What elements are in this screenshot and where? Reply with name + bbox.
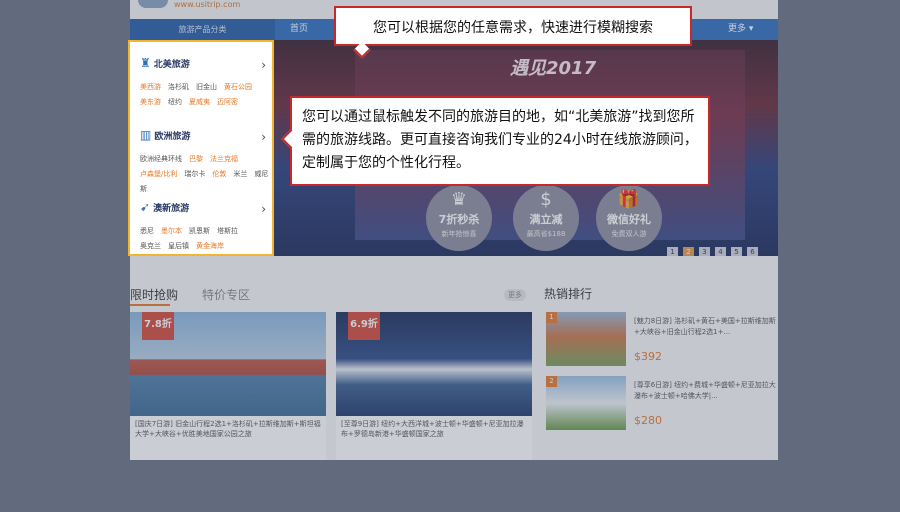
promo-discount[interactable]: $ 满立减 最高省$188 [513,185,579,251]
search-tooltip: 您可以根据您的任意需求，快速进行模糊搜索 [334,6,692,46]
category-australia-nz[interactable]: ➹ 澳新旅游 [140,200,189,214]
more-button[interactable]: 更多 [504,289,526,301]
destination-link[interactable]: 洛杉矶 [168,83,189,91]
destination-link[interactable]: 黄金海岸 [196,242,224,250]
destination-link[interactable]: 悉尼 [140,227,154,235]
gift-icon: 🎁 [617,189,641,210]
category-links: 美西游 洛杉矶 旧金山 黄石公园 美东游 纽约 夏威夷 迈阿密 [140,80,270,110]
deal-card[interactable]: 6.9折 [至尊9日游] 纽约+大西洋城+波士顿+华盛顿+尼亚加拉瀑布+罗德岛新… [336,312,532,460]
category-label: 欧洲旅游 [154,132,191,142]
destination-link[interactable]: 塔斯拉 [217,227,238,235]
dollar-icon: $ [540,189,552,210]
active-tab-indicator [130,304,170,306]
menu-tooltip: 您可以通过鼠标触发不同的旅游目的地，如“北美旅游”找到您所需的旅游线路。更可直接… [290,96,710,186]
category-label: 澳新旅游 [153,204,190,214]
building-icon: ▥ [140,128,152,142]
destination-link[interactable]: 墨尔本 [161,227,182,235]
hot-item[interactable]: 2 [尊享6日游] 纽约+费城+华盛顿+尼亚加拉大瀑布+波士顿+哈佛大学|...… [544,376,778,432]
destination-link[interactable]: 旧金山 [196,83,217,91]
chevron-right-icon[interactable]: › [261,202,266,216]
promo-sub: 免费双人游 [611,230,647,238]
nav-category-label: 旅游产品分类 [130,19,275,40]
nav-home[interactable]: 首页 [290,19,308,40]
category-label: 北美旅游 [153,60,190,70]
destination-link[interactable]: 美西游 [140,83,161,91]
slide-dot[interactable]: 4 [715,247,726,256]
statue-of-liberty-icon: ♜ [140,56,151,70]
tab-special-offers[interactable]: 特价专区 [202,286,250,303]
hot-item-image [546,312,626,366]
chevron-right-icon[interactable]: › [261,130,266,144]
site-logo[interactable] [138,0,168,8]
slide-pager: 123456 [667,239,763,256]
slide-dot[interactable]: 6 [747,247,758,256]
rank-badge: 2 [546,376,557,387]
destination-link[interactable]: 米兰 [233,170,247,178]
hero-title: 遇见2017 [510,58,597,79]
destination-link[interactable]: 凯恩斯 [189,227,210,235]
destination-link[interactable]: 瑞尔卡 [184,170,205,178]
rank-badge: 1 [546,312,557,323]
deals-section: 限时抢购 特价专区 更多 热销排行 7.8折 [国庆7日游] 旧金山行程2选1+… [130,256,778,460]
chevron-right-icon[interactable]: › [261,58,266,72]
deal-card[interactable]: 7.8折 [国庆7日游] 旧金山行程2选1+洛杉矶+拉斯维加斯+斯坦福大学+大峡… [130,312,326,460]
slide-dot[interactable]: 3 [699,247,710,256]
destination-link[interactable]: 卢森堡/比利 [140,170,177,178]
promo-sub: 新年抢惊喜 [441,230,477,238]
destination-link[interactable]: 黄石公园 [224,83,252,91]
slide-dot[interactable]: 5 [731,247,742,256]
crown-icon: ♛ [450,189,468,210]
deal-description: [国庆7日游] 旧金山行程2选1+洛杉矶+拉斯维加斯+斯坦福大学+大峡谷+优胜美… [135,420,321,438]
discount-badge: 6.9折 [348,312,380,340]
destination-link[interactable]: 夏威夷 [189,98,210,106]
promo-title: 7折秒杀 [438,213,480,226]
category-menu: ♜ 北美旅游 › 美西游 洛杉矶 旧金山 黄石公园 美东游 纽约 夏威夷 迈阿密 ▥ 欧洲旅游 … [128,40,274,256]
category-links: 欧洲经典环线 巴黎 法兰克福 卢森堡/比利 瑞尔卡 伦敦 米兰 威尼斯 [140,152,270,197]
nav-more[interactable]: 更多 ▾ [728,19,753,40]
destination-link[interactable]: 巴黎 [189,155,203,163]
destination-link[interactable]: 伦敦 [212,170,226,178]
hot-item-text: [尊享6日游] 纽约+费城+华盛顿+尼亚加拉大瀑布+波士顿+哈佛大学|... [634,381,776,400]
hot-item-text: [魅力8日游] 洛杉矶+黄石+美国+拉斯维加斯+大峡谷+旧金山行程2选1+... [634,317,776,336]
hot-item-price: $280 [634,414,662,427]
hot-item-price: $392 [634,350,662,363]
discount-badge: 7.8折 [142,312,174,340]
category-north-america[interactable]: ♜ 北美旅游 [140,56,190,70]
promo-sub: 最高省$188 [526,230,566,238]
promo-wechat-gift[interactable]: 🎁 微信好礼 免费双人游 [596,185,662,251]
slide-dot[interactable]: 1 [667,247,678,256]
hot-ranking-title: 热销排行 [544,287,593,301]
destination-link[interactable]: 纽约 [168,98,182,106]
destination-link[interactable]: 皇后镇 [168,242,189,250]
category-links: 悉尼 墨尔本 凯恩斯 塔斯拉 奥克兰 皇后镇 黄金海岸 [140,224,270,254]
promo-title: 满立减 [529,213,563,226]
destination-link[interactable]: 法兰克福 [210,155,238,163]
destination-link[interactable]: 奥克兰 [140,242,161,250]
deal-description: [至尊9日游] 纽约+大西洋城+波士顿+华盛顿+尼亚加拉瀑布+罗德岛新港+华盛顿… [341,420,524,438]
promo-flash-sale[interactable]: ♛ 7折秒杀 新年抢惊喜 [426,185,492,251]
slide-dot-active[interactable]: 2 [683,247,694,256]
hot-item[interactable]: 1 [魅力8日游] 洛杉矶+黄石+美国+拉斯维加斯+大峡谷+旧金山行程2选1+.… [544,312,778,368]
tab-flash-sale[interactable]: 限时抢购 [130,286,178,303]
destination-link[interactable]: 美东游 [140,98,161,106]
hot-item-image [546,376,626,430]
destination-link[interactable]: 欧洲经典环线 [140,155,182,163]
destination-link[interactable]: 迈阿密 [217,98,238,106]
promo-title: 微信好礼 [607,213,651,226]
category-europe[interactable]: ▥ 欧洲旅游 [140,128,190,142]
kangaroo-icon: ➹ [140,200,151,214]
site-url: www.usitrip.com [174,0,241,9]
